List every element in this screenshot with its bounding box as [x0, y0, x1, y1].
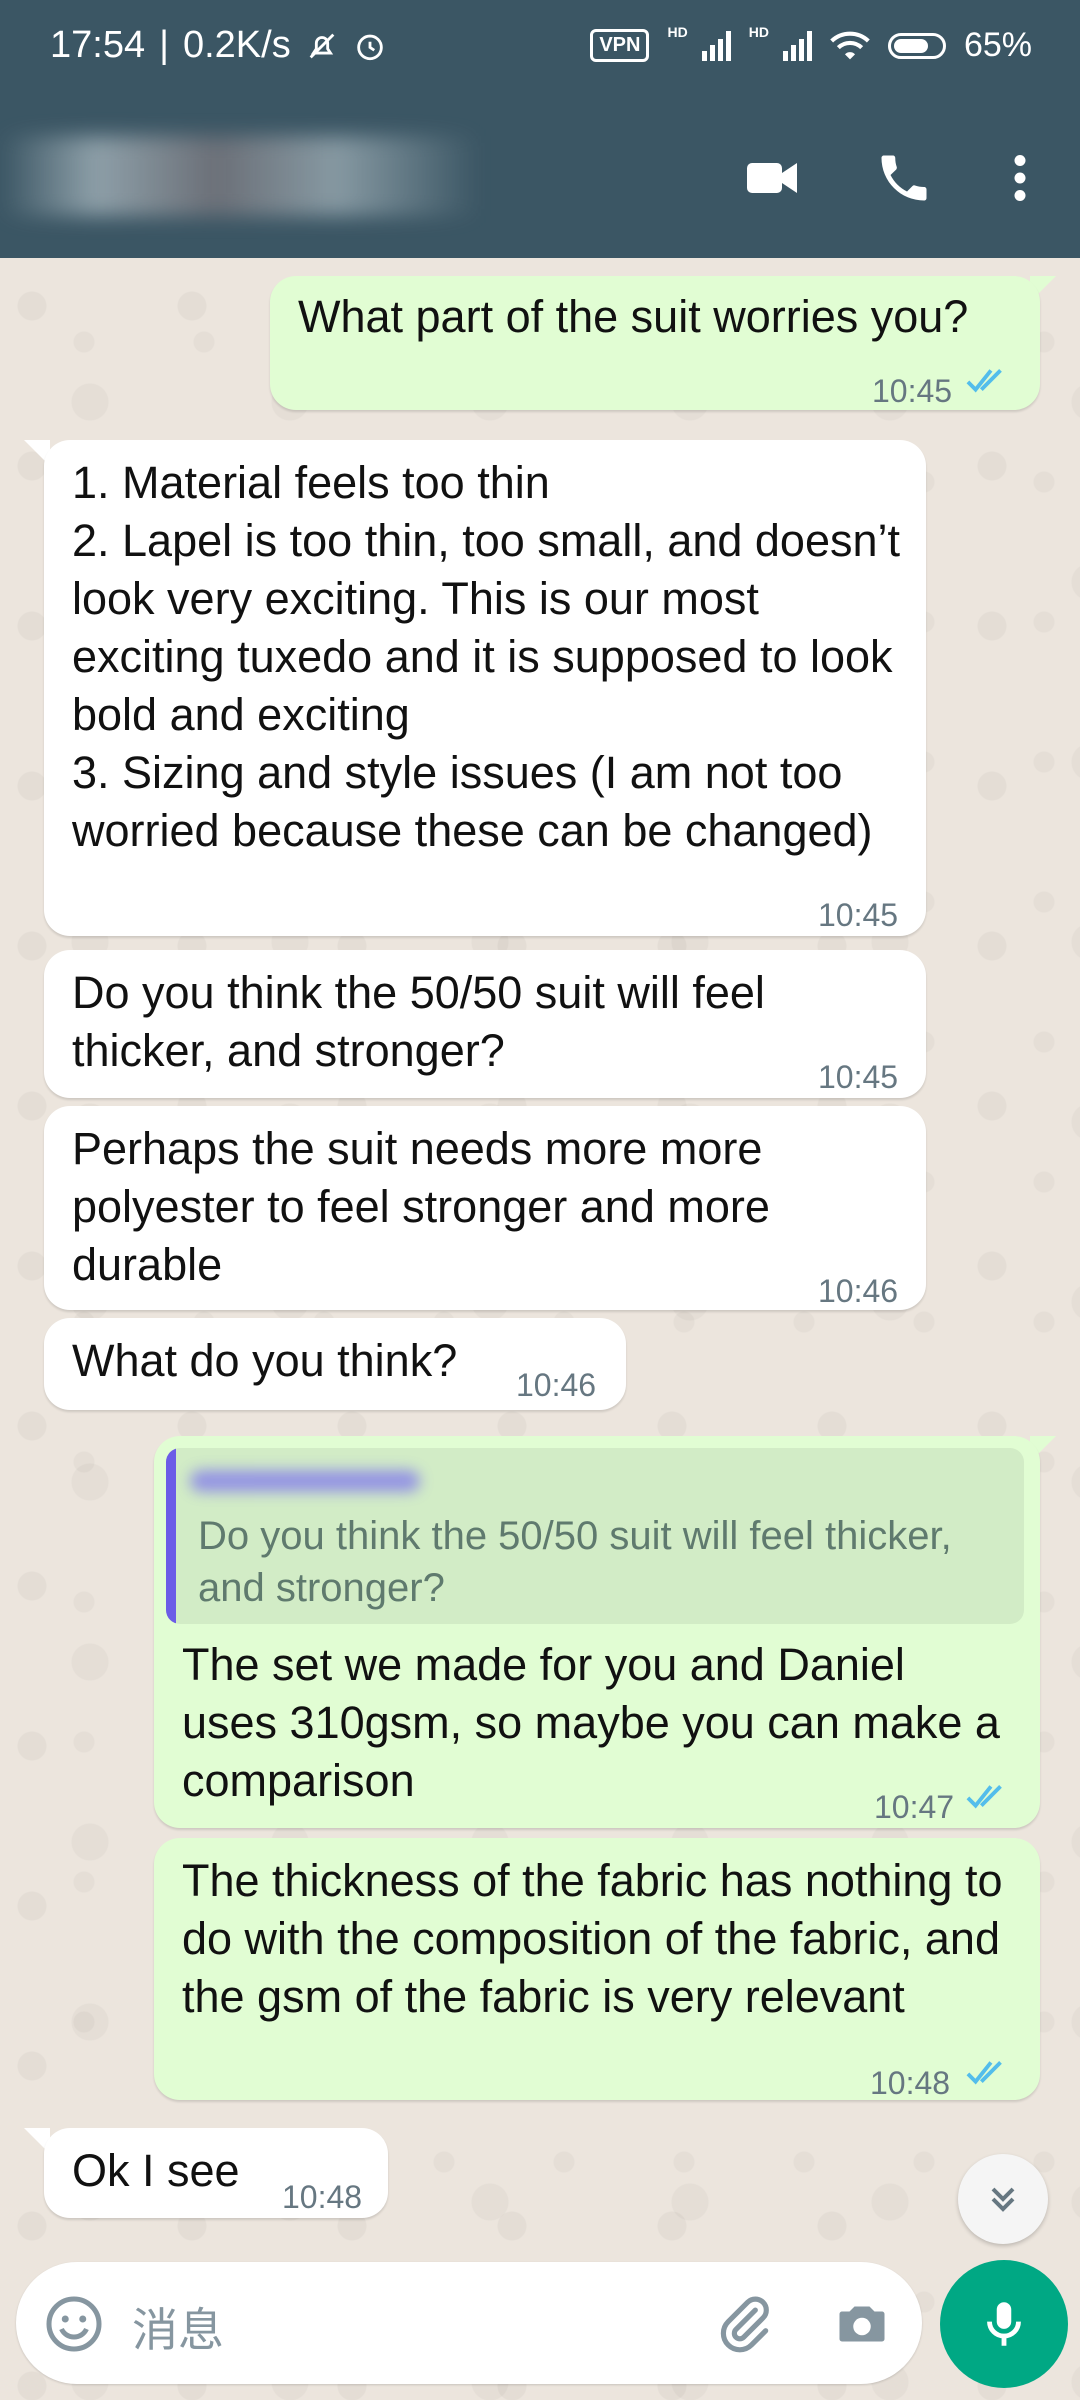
message-incoming[interactable]: Perhaps the suit needs more more polyest…: [44, 1106, 926, 1310]
microphone-icon: [987, 2302, 1021, 2346]
message-text: What part of the suit worries you?: [298, 291, 969, 342]
message-text: Ok I see: [72, 2145, 240, 2196]
vpn-badge: VPN: [590, 29, 650, 62]
quoted-text: Do you think the 50/50 suit will feel th…: [198, 1514, 952, 1610]
message-time: 10:48: [282, 2179, 363, 2215]
message-outgoing[interactable]: The thickness of the fabric has nothing …: [154, 1838, 1040, 2101]
paperclip-icon[interactable]: [714, 2292, 776, 2354]
status-bar: 17:54 | 0.2K/s VPN HD HD 65%: [0, 0, 1080, 96]
message-text: 1. Material feels too thin 2. Lapel is t…: [72, 457, 901, 856]
alarm-icon: [356, 34, 383, 60]
more-vertical-icon[interactable]: [990, 148, 1050, 208]
status-left: 17:54 | 0.2K/s: [50, 24, 387, 67]
status-net-speed: 0.2K/s: [182, 24, 291, 66]
read-ticks-icon: [966, 369, 1002, 393]
quoted-message[interactable]: Do you think the 50/50 suit will feel th…: [166, 1448, 1024, 1624]
message-text: Do you think the 50/50 suit will feel th…: [72, 967, 765, 1076]
battery-level: 65%: [963, 26, 1032, 64]
message-time: 10:46: [818, 1273, 899, 1309]
camera-icon[interactable]: [832, 2294, 892, 2354]
status-time: 17:54: [50, 24, 146, 66]
message-text: Perhaps the suit needs more more polyest…: [72, 1123, 770, 1290]
wifi-icon: [830, 31, 870, 59]
hd-label-2: HD: [748, 23, 769, 40]
message-outgoing[interactable]: What part of the suit worries you? 10:45: [270, 276, 1040, 410]
status-separator: |: [159, 24, 169, 66]
contact-name-redacted[interactable]: [0, 136, 480, 216]
message-text: The set we made for you and Daniel uses …: [182, 1639, 1000, 1806]
scroll-to-bottom-button[interactable]: [958, 2154, 1048, 2244]
phone-icon[interactable]: [874, 148, 934, 208]
message-time: 10:45: [872, 373, 953, 409]
status-right: VPN HD HD 65%: [590, 23, 1032, 65]
video-camera-icon[interactable]: [742, 148, 802, 208]
voice-message-button[interactable]: [940, 2260, 1068, 2388]
quote-accent-bar: [166, 1448, 176, 1624]
message-incoming[interactable]: Do you think the 50/50 suit will feel th…: [44, 950, 926, 1098]
quoted-sender-redacted: [190, 1470, 420, 1492]
double-chevron-down-icon: [991, 2187, 1015, 2212]
battery-icon: [887, 32, 946, 59]
message-time: 10:45: [818, 1059, 899, 1095]
message-input[interactable]: 消息: [132, 2294, 224, 2360]
message-time: 10:45: [818, 897, 899, 933]
message-incoming[interactable]: Ok I see 10:48: [44, 2128, 388, 2218]
hd-label-1: HD: [667, 23, 688, 40]
message-time: 10:46: [516, 1367, 597, 1403]
read-ticks-icon: [966, 2061, 1002, 2085]
chat-header: [0, 96, 1080, 258]
message-incoming[interactable]: What do you think? 10:46: [44, 1318, 626, 1410]
signal-icon-1: [701, 30, 731, 61]
message-text: The thickness of the fabric has nothing …: [182, 1855, 1003, 2022]
message-incoming[interactable]: 1. Material feels too thin 2. Lapel is t…: [44, 440, 926, 936]
silent-bell-icon: [309, 33, 335, 58]
message-text: What do you think?: [72, 1335, 458, 1386]
message-composer[interactable]: 消息: [16, 2262, 922, 2384]
emoji-icon[interactable]: [44, 2294, 104, 2354]
message-time: 10:48: [870, 2065, 951, 2101]
signal-icon-2: [782, 30, 812, 61]
